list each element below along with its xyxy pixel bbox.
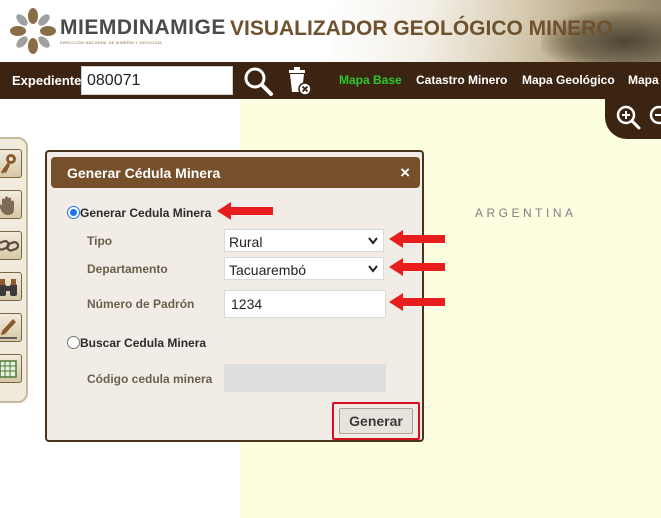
annotation-arrow-icon <box>389 293 445 311</box>
option-generar-cedula-label[interactable]: Generar Cedula Minera <box>80 206 211 220</box>
tool-pan-button[interactable] <box>0 190 22 219</box>
chevron-down-icon <box>368 265 378 273</box>
brand-part-dinamige: DINAMIGE <box>116 16 226 39</box>
tool-draw-button[interactable] <box>0 313 22 342</box>
tipo-select[interactable]: Rural <box>224 229 384 252</box>
hand-pan-icon <box>0 196 14 215</box>
chain-link-icon <box>0 239 19 252</box>
map-country-label: ARGENTINA <box>475 206 577 220</box>
tab-catastro-minero[interactable]: Catastro Minero <box>416 73 507 87</box>
tool-table-button[interactable] <box>0 354 22 383</box>
generar-cedula-dialog: Generar Cédula Minera × Generar Cedula M… <box>45 150 424 442</box>
radio-generar-cedula[interactable] <box>67 206 80 219</box>
radio-buscar-cedula[interactable] <box>67 336 80 349</box>
annotation-arrow-icon <box>389 230 445 248</box>
close-icon[interactable]: × <box>400 163 410 183</box>
departamento-select-value: Tacuarembó <box>229 262 307 278</box>
annotation-arrow-icon <box>217 202 273 220</box>
pencil-draw-icon <box>0 318 17 339</box>
binoculars-icon <box>0 278 17 296</box>
padron-input[interactable] <box>224 290 386 318</box>
tab-mapa-geologico[interactable]: Mapa Geológico <box>522 73 615 87</box>
tab-mapa-base[interactable]: Mapa Base <box>339 73 402 87</box>
zoom-in-icon[interactable] <box>615 104 641 130</box>
departamento-label: Departamento <box>87 262 168 276</box>
option-buscar-cedula-label[interactable]: Buscar Cedula Minera <box>80 336 206 350</box>
toolbar: Expediente Mapa Base Catastro Minero Map… <box>0 62 661 99</box>
tools-panel <box>0 137 28 403</box>
miem-logo-icon <box>10 8 56 54</box>
generar-button[interactable]: Generar <box>339 408 413 434</box>
brand-name: MIEMDINAMIGE <box>60 16 226 40</box>
expediente-input[interactable] <box>81 66 233 95</box>
annotation-arrow-icon <box>389 258 445 276</box>
tipo-select-value: Rural <box>229 234 263 250</box>
key-icon <box>1 153 16 174</box>
tool-binoculars-button[interactable] <box>0 272 22 301</box>
codigo-cedula-label: Código cedula minera <box>87 372 213 386</box>
search-icon[interactable] <box>242 65 274 97</box>
chevron-down-icon <box>368 237 378 245</box>
tool-key-button[interactable] <box>0 149 22 178</box>
app-root: MIEMDINAMIGE DIRECCIÓN NACIONAL DE MINER… <box>0 0 661 518</box>
trash-clear-icon[interactable] <box>283 65 315 97</box>
codigo-cedula-input[interactable] <box>224 364 386 392</box>
tool-link-button[interactable] <box>0 231 22 260</box>
generar-button-highlight: Generar <box>332 402 420 440</box>
header: MIEMDINAMIGE DIRECCIÓN NACIONAL DE MINER… <box>0 0 661 62</box>
expediente-label: Expediente <box>12 73 82 88</box>
brand-part-miem: MIEM <box>60 16 117 39</box>
dialog-title: Generar Cédula Minera <box>67 165 221 181</box>
tipo-label: Tipo <box>87 234 113 248</box>
dialog-header: Generar Cédula Minera × <box>51 157 420 188</box>
brand-subtitle: DIRECCIÓN NACIONAL DE MINERÍA Y GEOLOGÍA <box>60 40 162 45</box>
departamento-select[interactable]: Tacuarembó <box>224 257 384 280</box>
tab-mapa[interactable]: Mapa <box>628 73 659 87</box>
zoom-out-icon[interactable] <box>648 104 661 130</box>
table-grid-icon <box>0 359 17 378</box>
app-title: VISUALIZADOR GEOLÓGICO MINERO <box>230 17 613 40</box>
padron-label: Número de Padrón <box>87 297 195 311</box>
